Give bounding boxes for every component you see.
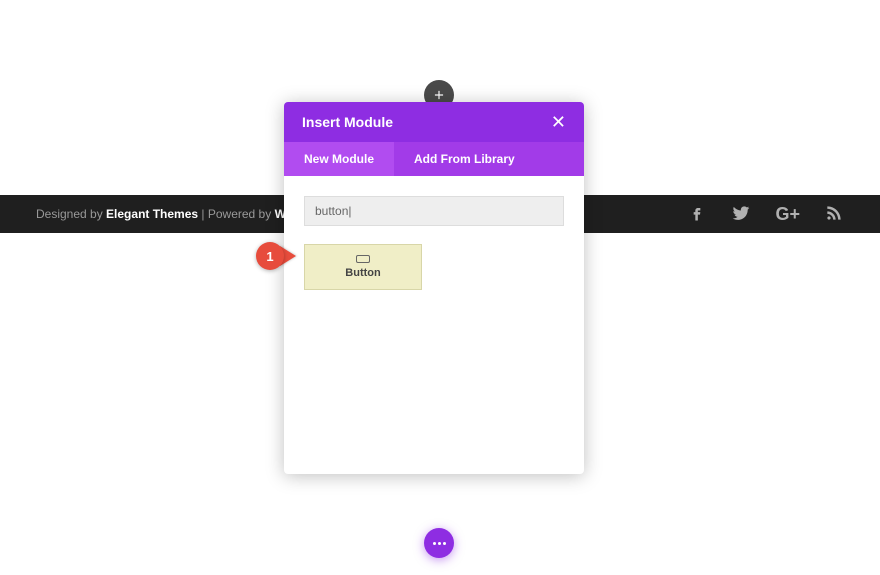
plus-icon: [432, 88, 446, 102]
insert-module-modal: Insert Module ✕ New Module Add From Libr…: [284, 102, 584, 474]
rss-icon[interactable]: [824, 203, 844, 226]
page-settings-fab[interactable]: [424, 528, 454, 558]
module-card-button[interactable]: Button: [304, 244, 422, 290]
social-icons: G+: [687, 203, 844, 226]
close-icon[interactable]: ✕: [551, 113, 566, 131]
module-card-label: Button: [345, 267, 380, 279]
tab-add-from-library[interactable]: Add From Library: [394, 142, 535, 176]
tutorial-annotation-1: 1: [256, 242, 296, 270]
footer-prefix: Designed by: [36, 207, 106, 221]
annotation-badge: 1: [256, 242, 284, 270]
googleplus-icon[interactable]: G+: [775, 204, 800, 225]
tab-new-module[interactable]: New Module: [284, 142, 394, 176]
button-module-icon: [356, 255, 370, 263]
dots-icon: [443, 542, 446, 545]
footer-sep: | Powered by: [198, 207, 275, 221]
facebook-icon[interactable]: [687, 203, 707, 226]
twitter-icon[interactable]: [731, 203, 751, 226]
modal-title: Insert Module: [302, 114, 393, 130]
footer-brand[interactable]: Elegant Themes: [106, 207, 198, 221]
dots-icon: [433, 542, 436, 545]
modal-tabs: New Module Add From Library: [284, 142, 584, 176]
dots-icon: [438, 542, 441, 545]
modal-header: Insert Module ✕: [284, 102, 584, 142]
modal-body: Button: [284, 176, 584, 310]
module-search-input[interactable]: [304, 196, 564, 226]
